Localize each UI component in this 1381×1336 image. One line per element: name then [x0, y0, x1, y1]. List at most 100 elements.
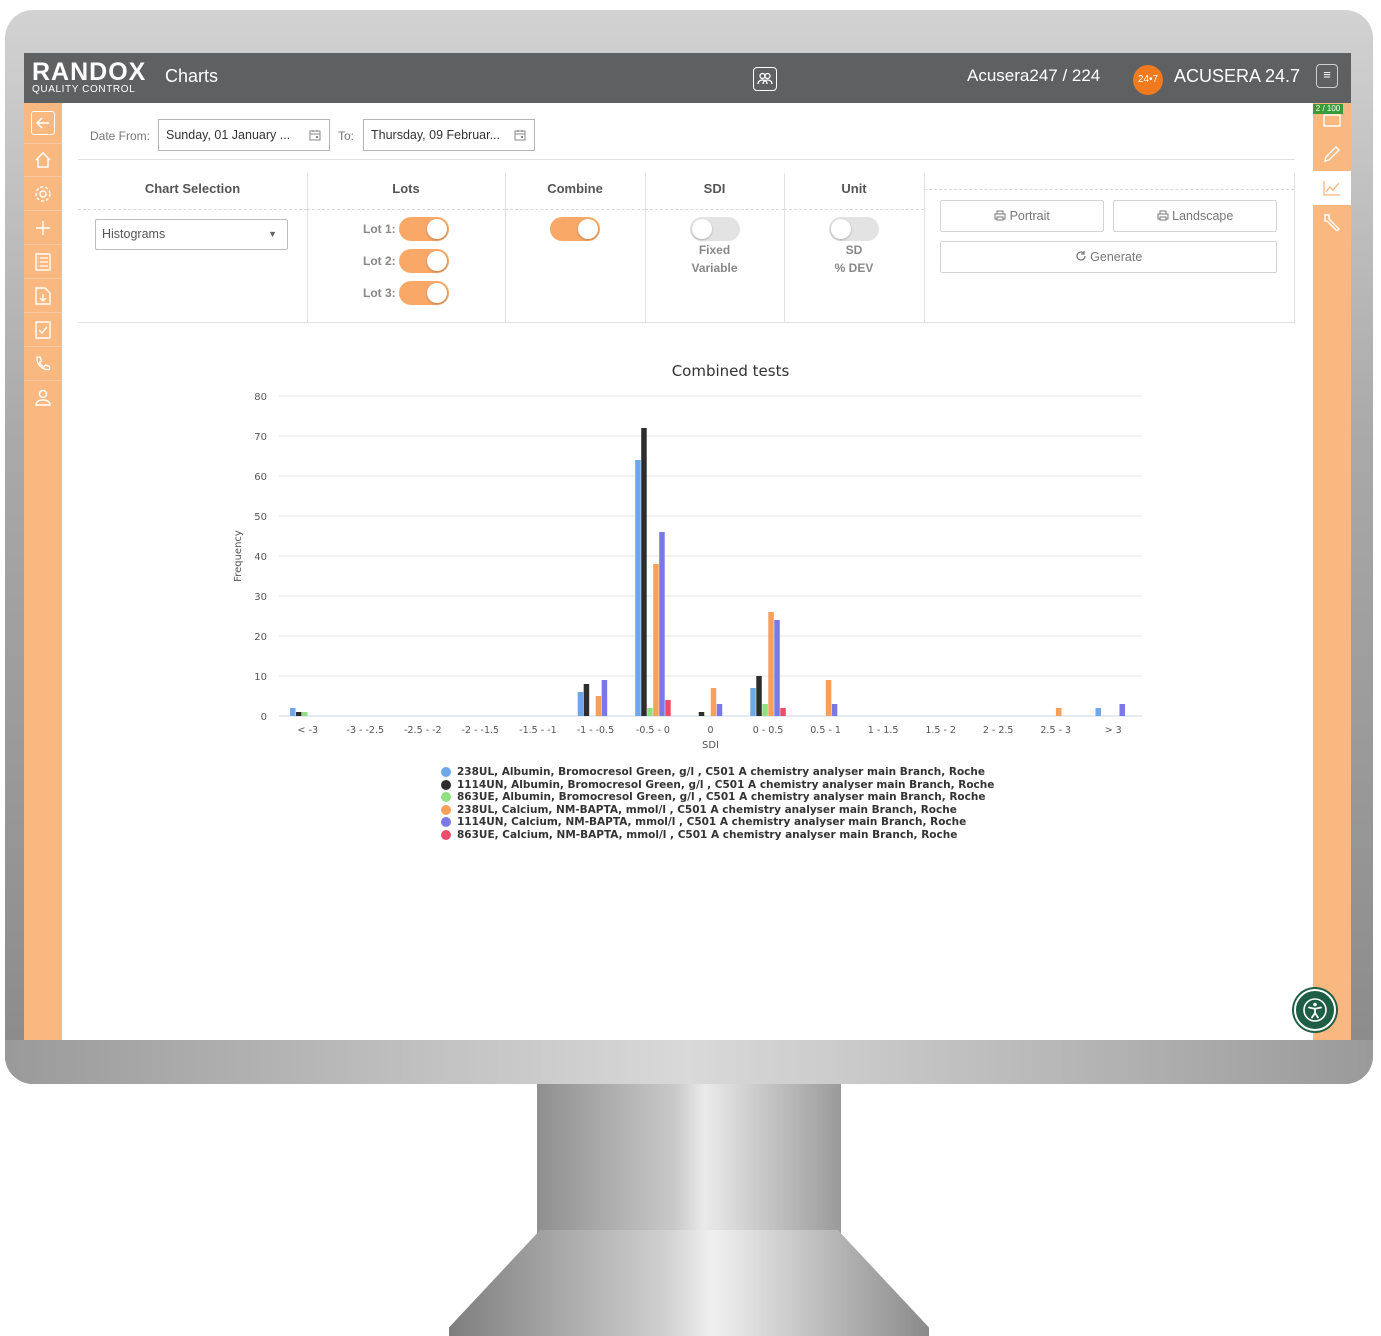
- histogram-bar: [710, 688, 717, 716]
- legend-item[interactable]: 238UL, Calcium, NM-BAPTA, mmol/l , C501 …: [441, 804, 994, 817]
- sidebar-item-charts[interactable]: [1313, 171, 1351, 205]
- sidebar-item-profile[interactable]: [24, 381, 62, 414]
- sidebar-item-checklist[interactable]: [24, 313, 62, 347]
- sidebar-item-contact[interactable]: [24, 347, 62, 381]
- histogram-bar: [762, 704, 768, 716]
- histogram-bar: [583, 684, 590, 716]
- app-screen: RANDOX QUALITY CONTROL Charts Acusera247…: [24, 53, 1351, 1040]
- sidebar-item-add[interactable]: [24, 211, 62, 245]
- histogram-bar: [1119, 704, 1125, 716]
- legend-item[interactable]: 863UE, Albumin, Bromocresol Green, g/l ,…: [441, 791, 994, 804]
- generate-button[interactable]: Generate: [940, 241, 1277, 273]
- x-tick-label: 0.5 - 1: [810, 725, 841, 736]
- histogram-bar: [635, 460, 641, 716]
- download-file-icon: [35, 286, 51, 305]
- y-tick-label: 40: [254, 552, 267, 563]
- histogram-bar: [659, 532, 665, 716]
- hamburger-menu-button[interactable]: ≡: [1316, 64, 1338, 88]
- printer-icon: [994, 210, 1006, 221]
- date-to-label: To:: [338, 129, 355, 143]
- histogram-bar: [698, 712, 705, 716]
- randox-logo[interactable]: RANDOX QUALITY CONTROL: [32, 59, 146, 95]
- sidebar-item-reports[interactable]: [24, 245, 62, 279]
- lots-header: Lots: [392, 181, 420, 196]
- calendar-icon[interactable]: [309, 129, 321, 141]
- y-tick-label: 60: [254, 472, 267, 483]
- users-icon[interactable]: [753, 67, 777, 91]
- combine-toggle[interactable]: [550, 217, 600, 241]
- lot-3-toggle[interactable]: [399, 281, 449, 305]
- histogram-bar: [290, 708, 296, 716]
- sdi-toggle[interactable]: [690, 217, 740, 241]
- legend-swatch: [441, 804, 451, 815]
- top-bar: RANDOX QUALITY CONTROL Charts Acusera247…: [24, 53, 1351, 103]
- legend-item[interactable]: 1114UN, Albumin, Bromocresol Green, g/l …: [441, 779, 994, 792]
- phone-icon: [36, 355, 51, 370]
- legend-label: 863UE, Albumin, Bromocresol Green, g/l ,…: [457, 791, 986, 804]
- wrench-icon: [1324, 214, 1340, 231]
- toggle-knob: [578, 219, 598, 239]
- account-name[interactable]: Acusera247 / 224: [967, 66, 1100, 86]
- sidebar-item-tools[interactable]: [1313, 205, 1351, 239]
- date-from-field[interactable]: Sunday, 01 January ...: [158, 119, 330, 151]
- chart-selection-header: Chart Selection: [144, 181, 241, 196]
- x-tick-label: -1 - -0.5: [577, 725, 614, 736]
- monitor-stand-base: [449, 1230, 929, 1336]
- unit-toggle[interactable]: [829, 217, 879, 241]
- legend-label: 238UL, Albumin, Bromocresol Green, g/l ,…: [457, 766, 985, 778]
- toggle-knob: [427, 251, 447, 271]
- y-tick-label: 10: [254, 672, 267, 683]
- legend-label: 863UE, Calcium, NM-BAPTA, mmol/l , C501 …: [457, 828, 958, 841]
- x-tick-label: 2 - 2.5: [983, 725, 1014, 736]
- printer-icon: [1157, 210, 1169, 221]
- toggle-knob: [692, 219, 712, 239]
- line-chart-icon: [1323, 181, 1340, 196]
- export-column: Portrait Landscape Generate: [924, 173, 1295, 322]
- combine-column: Combine: [505, 173, 646, 322]
- legend-item[interactable]: 238UL, Albumin, Bromocresol Green, g/l ,…: [441, 766, 994, 779]
- sdi-option-variable: Variable: [691, 261, 738, 275]
- toggle-knob: [427, 219, 447, 239]
- left-sidebar: [24, 103, 62, 1040]
- calendar-icon[interactable]: [514, 129, 526, 141]
- sidebar-item-import[interactable]: [24, 279, 62, 313]
- histogram-bar: [774, 620, 780, 716]
- unit-option-sd: SD: [845, 243, 863, 257]
- sidebar-item-edit[interactable]: [1313, 137, 1351, 171]
- chart-type-select[interactable]: Histograms ▼: [95, 219, 288, 250]
- toggle-knob: [427, 283, 447, 303]
- column-divider: [78, 209, 307, 210]
- y-axis-label: Frequency: [233, 530, 244, 582]
- chart-legend: 238UL, Albumin, Bromocresol Green, g/l ,…: [441, 766, 994, 842]
- caret-down-icon: ▼: [268, 229, 277, 239]
- sidebar-item-settings[interactable]: [24, 177, 62, 211]
- lot-1-toggle[interactable]: [399, 217, 449, 241]
- date-to-field[interactable]: Thursday, 09 Februar...: [363, 119, 535, 151]
- unit-column: Unit SD % DEV: [784, 173, 925, 322]
- divider: [78, 159, 1295, 160]
- sdi-option-fixed: Fixed: [698, 243, 731, 257]
- histogram-bar: [750, 688, 756, 716]
- lot-1-label: Lot 1:: [363, 222, 396, 236]
- card-icon: [1323, 114, 1341, 127]
- sidebar-item-home[interactable]: [24, 143, 62, 177]
- landscape-button[interactable]: Landscape: [1113, 200, 1277, 232]
- sidebar-item-back[interactable]: [24, 103, 62, 144]
- sdi-column: SDI Fixed Variable: [645, 173, 785, 322]
- legend-swatch: [441, 767, 451, 777]
- legend-item[interactable]: 1114UN, Calcium, NM-BAPTA, mmol/l , C501…: [441, 816, 994, 829]
- histogram-bar: [1055, 708, 1062, 716]
- date-from-value: Sunday, 01 January ...: [166, 128, 291, 142]
- x-tick-label: -3 - -2.5: [347, 725, 384, 736]
- portrait-button[interactable]: Portrait: [940, 200, 1104, 232]
- logo-wordmark: RANDOX: [32, 58, 147, 86]
- accessibility-button[interactable]: [1294, 989, 1336, 1031]
- x-tick-label: -2.5 - -2: [404, 725, 441, 736]
- histogram-bar: [825, 680, 832, 716]
- plus-icon: [36, 220, 50, 235]
- list-document-icon: [35, 252, 51, 271]
- x-tick-label: 1.5 - 2: [925, 725, 956, 736]
- histogram-bar: [595, 696, 602, 716]
- legend-item[interactable]: 863UE, Calcium, NM-BAPTA, mmol/l , C501 …: [441, 829, 994, 842]
- lot-2-toggle[interactable]: [399, 249, 449, 273]
